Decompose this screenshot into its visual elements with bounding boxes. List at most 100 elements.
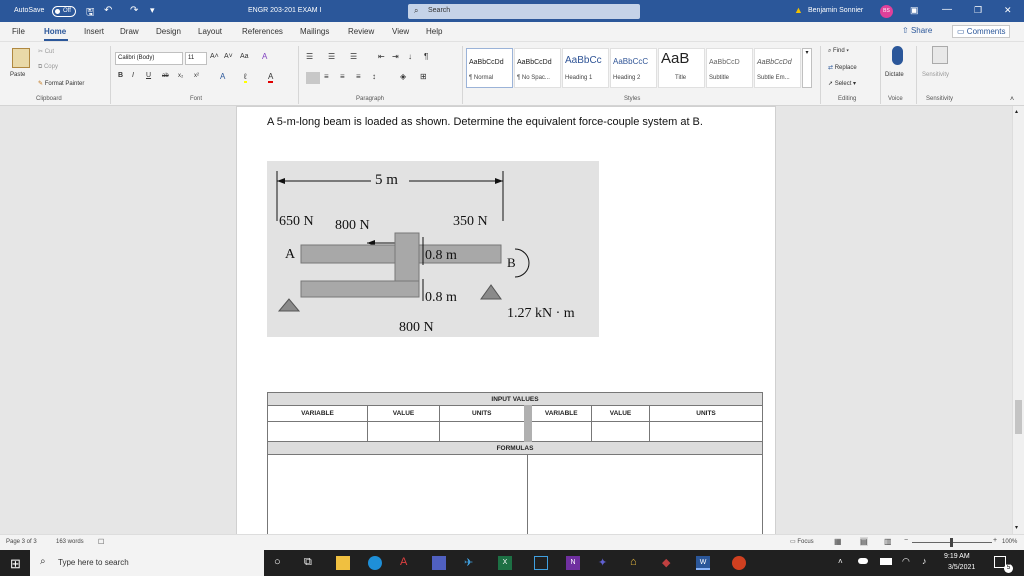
strikethrough-icon[interactable]: ab (162, 73, 169, 79)
shrink-font-icon[interactable]: A˅ (224, 53, 233, 60)
cut-button[interactable]: ✂ Cut (38, 48, 54, 55)
decrease-indent-icon[interactable]: ⇤ (378, 52, 385, 61)
table-cell[interactable] (649, 421, 763, 442)
word-icon[interactable]: W (696, 556, 710, 570)
highlight-icon[interactable]: ℓ (244, 72, 247, 83)
paste-icon[interactable] (12, 48, 30, 68)
read-mode-icon[interactable]: ▦ (834, 537, 842, 546)
style-subtitle[interactable]: AaBbCcD Subtitle (706, 48, 753, 88)
line-spacing-icon[interactable]: ↕ (372, 72, 376, 81)
replace-button[interactable]: ⇄ Replace (828, 64, 857, 71)
align-right-icon[interactable]: ≡ (340, 72, 345, 81)
scroll-up-icon[interactable]: ▴ (1015, 108, 1018, 115)
proofing-icon[interactable]: ☐ (98, 538, 104, 546)
taskbar-date[interactable]: 3/5/2021 (948, 564, 975, 571)
save-icon[interactable]: 🖫 (86, 5, 95, 22)
borders-icon[interactable]: ⊞ (420, 72, 427, 81)
vertical-scrollbar[interactable]: ▴ ▾ (1012, 106, 1024, 534)
taskbar-search[interactable]: ⌕ Type here to search (30, 550, 264, 576)
close-button[interactable]: ✕ (1004, 5, 1012, 16)
tab-mailings[interactable]: Mailings (300, 27, 329, 36)
share-button[interactable]: ⇧ Share (902, 26, 932, 35)
formulas-cell-left[interactable] (267, 454, 528, 534)
styles-more-button[interactable]: ▾ (802, 48, 812, 88)
font-name-select[interactable]: Calibri (Body) (115, 52, 183, 65)
app-icon[interactable] (732, 556, 746, 570)
volume-icon[interactable]: ♪ (922, 556, 927, 566)
avatar[interactable]: BS (880, 5, 893, 18)
scroll-down-icon[interactable]: ▾ (1015, 524, 1018, 531)
minimize-button[interactable]: — (942, 4, 952, 15)
style-normal[interactable]: AaBbCcDd ¶ Normal (466, 48, 513, 88)
autosave-toggle[interactable]: Off (52, 6, 76, 17)
focus-button[interactable]: ▭ Focus (790, 538, 814, 545)
increase-indent-icon[interactable]: ⇥ (392, 52, 399, 61)
style-no-spacing[interactable]: AaBbCcDd ¶ No Spac... (514, 48, 561, 88)
zoom-level[interactable]: 100% (1002, 539, 1017, 545)
file-explorer-icon[interactable] (336, 556, 350, 570)
style-heading-2[interactable]: AaBbCcC Heading 2 (610, 48, 657, 88)
cortana-icon[interactable]: ○ (274, 556, 288, 570)
teams-icon[interactable]: ✦ (598, 556, 612, 570)
task-view-icon[interactable]: ⧉ (304, 556, 318, 570)
superscript-icon[interactable]: x² (194, 73, 199, 79)
align-left-icon[interactable] (306, 72, 320, 84)
text-effects-icon[interactable]: A (220, 72, 225, 81)
ribbon-display-icon[interactable]: ▣ (910, 5, 919, 16)
style-heading-1[interactable]: AaBbCc Heading 1 (562, 48, 609, 88)
tab-help[interactable]: Help (426, 27, 442, 36)
bullets-icon[interactable]: ☰ (306, 52, 313, 61)
subscript-icon[interactable]: x₂ (178, 73, 183, 79)
sensitivity-button[interactable]: Sensitivity (922, 72, 949, 78)
microphone-icon[interactable] (892, 46, 903, 65)
print-layout-icon[interactable]: ▤ (860, 537, 868, 546)
word-count[interactable]: 163 words (56, 539, 84, 545)
multilevel-list-icon[interactable]: ☰ (350, 52, 357, 61)
tab-review[interactable]: Review (348, 27, 374, 36)
search-box[interactable]: ⌕ Search (408, 4, 640, 19)
tab-draw[interactable]: Draw (120, 27, 139, 36)
table-cell[interactable] (523, 421, 592, 442)
numbering-icon[interactable]: ☰ (328, 52, 335, 61)
tab-insert[interactable]: Insert (84, 27, 104, 36)
grow-font-icon[interactable]: A˄ (210, 53, 219, 60)
justify-icon[interactable]: ≡ (356, 72, 361, 81)
collapse-ribbon-icon[interactable]: ˄ (1010, 96, 1014, 103)
copy-button[interactable]: ⧉ Copy (38, 64, 58, 71)
scroll-thumb[interactable] (1015, 400, 1022, 434)
find-button[interactable]: ⌕ Find ▾ (828, 48, 849, 55)
dictate-button[interactable]: Dictate (885, 72, 904, 78)
tab-references[interactable]: References (242, 27, 283, 36)
warning-icon[interactable]: ▲ (794, 5, 803, 15)
tab-file[interactable]: File (12, 27, 25, 36)
zoom-slider-thumb[interactable] (950, 538, 953, 547)
bold-icon[interactable]: B (118, 72, 123, 79)
font-size-select[interactable]: 11 (185, 52, 207, 65)
clear-format-icon[interactable]: A (262, 52, 267, 61)
wifi-icon[interactable]: ◠ (902, 556, 910, 567)
app-icon[interactable]: ⌂ (630, 556, 644, 570)
tab-view[interactable]: View (392, 27, 409, 36)
sort-icon[interactable]: ↓ (408, 52, 412, 61)
redo-icon[interactable]: ↷ (130, 5, 138, 16)
taskbar-time[interactable]: 9:19 AM (944, 553, 970, 560)
app-icon[interactable]: ◆ (662, 556, 676, 570)
sensitivity-icon[interactable] (932, 46, 948, 64)
table-cell[interactable] (367, 421, 440, 442)
document-page[interactable]: A 5-m-long beam is loaded as shown. Dete… (236, 106, 776, 534)
acrobat-icon[interactable]: A (400, 556, 414, 570)
web-layout-icon[interactable]: ▥ (884, 537, 892, 546)
paste-button[interactable]: Paste (10, 72, 25, 78)
font-color-icon[interactable]: A (268, 72, 274, 83)
app-icon[interactable]: ✈ (464, 556, 478, 570)
show-formatting-icon[interactable]: ¶ (424, 52, 428, 61)
page-count[interactable]: Page 3 of 3 (6, 539, 37, 545)
format-painter-button[interactable]: ✎ Format Painter (38, 80, 84, 87)
battery-icon[interactable] (880, 558, 892, 565)
italic-icon[interactable]: I (132, 72, 134, 79)
tab-home[interactable]: Home (44, 27, 66, 36)
onedrive-icon[interactable] (858, 558, 868, 564)
style-title[interactable]: AaB Title (658, 48, 705, 88)
undo-icon[interactable]: ↶ (104, 5, 112, 16)
table-cell[interactable] (267, 421, 368, 442)
